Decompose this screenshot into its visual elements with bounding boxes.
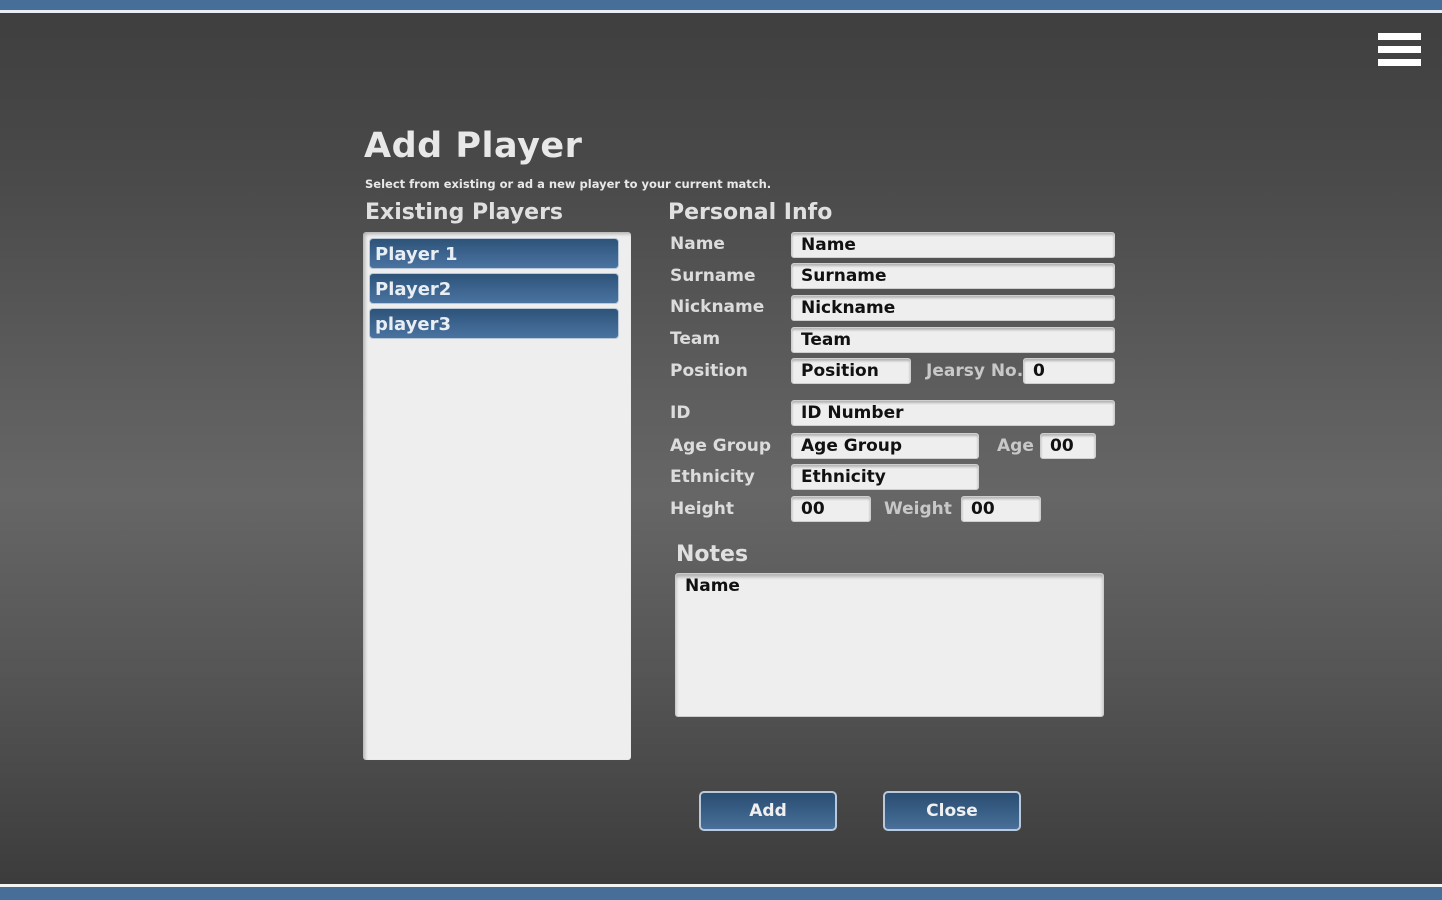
team-label: Team [670, 329, 721, 349]
add-button[interactable]: Add [699, 791, 837, 831]
top-accent-bar [0, 0, 1442, 13]
player-list-item[interactable]: Player2 [369, 273, 619, 304]
age-label: Age [997, 436, 1034, 456]
id-label: ID [670, 403, 691, 423]
name-input[interactable] [791, 232, 1115, 258]
bottom-accent-bar [0, 884, 1442, 900]
player-list-item[interactable]: Player 1 [369, 238, 619, 269]
nickname-label: Nickname [670, 297, 765, 317]
team-input[interactable] [791, 327, 1115, 353]
jersey-no-label: Jearsy No. [926, 361, 1024, 381]
page-subtitle: Select from existing or ad a new player … [365, 177, 772, 191]
menu-line [1378, 59, 1421, 66]
personal-info-heading: Personal Info [668, 200, 833, 225]
ethnicity-input[interactable] [791, 464, 979, 490]
hamburger-menu-icon[interactable] [1378, 33, 1421, 69]
position-label: Position [670, 361, 748, 381]
id-input[interactable] [791, 400, 1115, 426]
nickname-input[interactable] [791, 295, 1115, 321]
close-button[interactable]: Close [883, 791, 1021, 831]
page-title: Add Player [364, 126, 583, 166]
height-label: Height [670, 499, 734, 519]
weight-input[interactable] [961, 496, 1041, 522]
notes-heading: Notes [676, 542, 749, 567]
existing-players-list[interactable]: Player 1 Player2 player3 [363, 232, 631, 760]
name-label: Name [670, 234, 725, 254]
menu-line [1378, 33, 1421, 40]
player-list-item[interactable]: player3 [369, 308, 619, 339]
surname-input[interactable] [791, 263, 1115, 289]
weight-label: Weight [884, 499, 952, 519]
height-input[interactable] [791, 496, 871, 522]
age-input[interactable] [1040, 433, 1096, 459]
age-group-label: Age Group [670, 436, 772, 456]
ethnicity-label: Ethnicity [670, 467, 755, 487]
existing-players-heading: Existing Players [365, 200, 564, 225]
age-group-input[interactable] [791, 433, 979, 459]
jersey-no-input[interactable] [1023, 358, 1115, 384]
surname-label: Surname [670, 266, 756, 286]
position-input[interactable] [791, 358, 911, 384]
menu-line [1378, 46, 1421, 53]
notes-textarea[interactable]: Name [675, 573, 1104, 717]
